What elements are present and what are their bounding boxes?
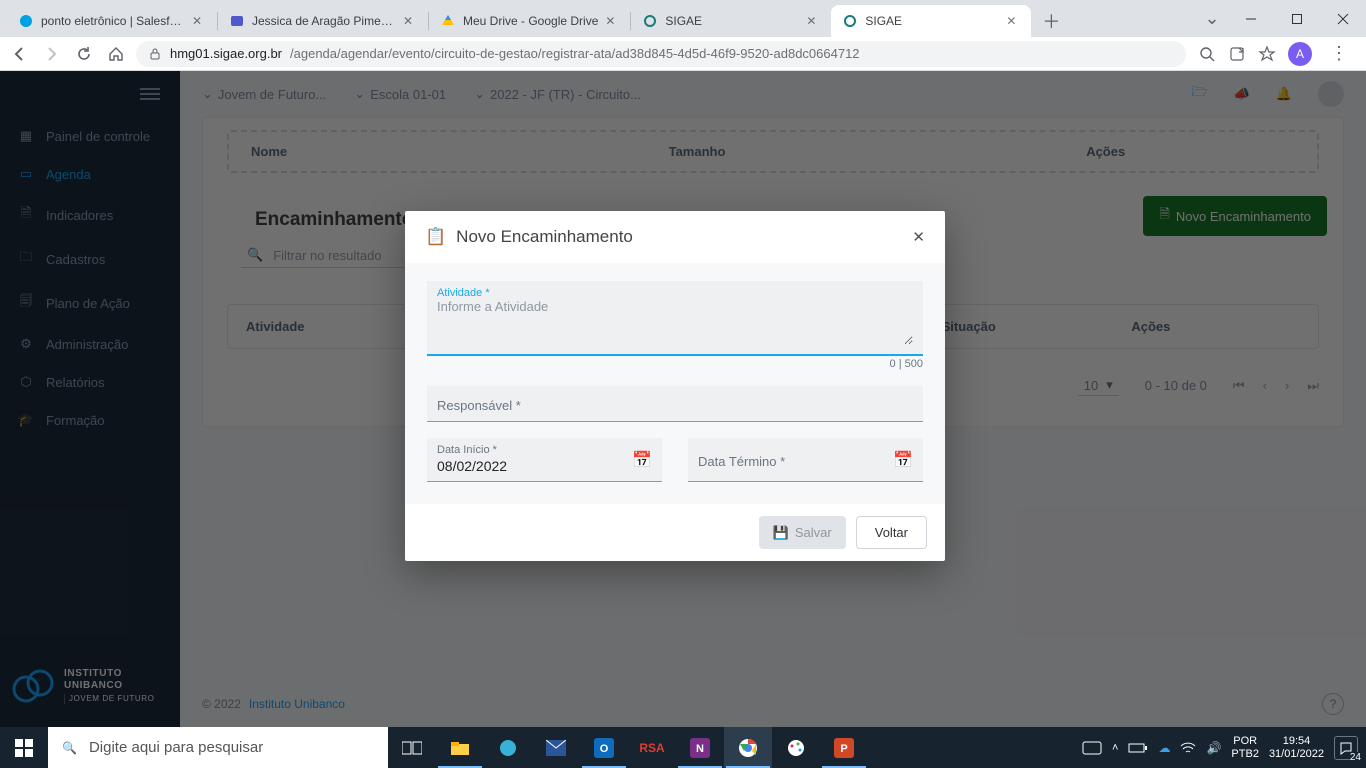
data-inicio-value: 08/02/2022 xyxy=(437,458,652,474)
modal-title: Novo Encaminhamento xyxy=(456,227,633,247)
modal-footer: 💾 Salvar Voltar xyxy=(405,504,945,561)
browser-tab-strip: ponto eletrônico | Salesforce ✕ Jessica … xyxy=(0,0,1366,37)
battery-icon[interactable] xyxy=(1128,742,1148,754)
chevron-down-icon[interactable]: ⌄ xyxy=(1196,0,1228,37)
data-inicio-label: Data Início * xyxy=(437,444,652,456)
browser-tab-1[interactable]: Jessica de Aragão Pimenta | ✕ xyxy=(218,5,428,37)
button-label: Salvar xyxy=(795,525,832,540)
address-bar-row: hmg01.sigae.org.br/agenda/agendar/evento… xyxy=(0,37,1366,71)
volume-icon[interactable]: 🔊 xyxy=(1206,741,1221,755)
language-indicator[interactable]: PORPTB2 xyxy=(1231,735,1259,760)
taskbar-search[interactable]: 🔍 Digite aqui para pesquisar xyxy=(48,727,388,768)
wifi-icon[interactable] xyxy=(1180,742,1196,754)
outlook-icon[interactable]: O xyxy=(580,727,628,768)
sigae-icon xyxy=(842,13,858,29)
button-label: Voltar xyxy=(875,525,908,540)
explorer-icon[interactable] xyxy=(436,727,484,768)
close-window-button[interactable] xyxy=(1320,0,1366,37)
mail-icon[interactable] xyxy=(532,727,580,768)
address-bar[interactable]: hmg01.sigae.org.br/agenda/agendar/evento… xyxy=(136,41,1186,67)
star-icon[interactable] xyxy=(1258,45,1276,63)
window-controls: ⌄ xyxy=(1196,0,1366,37)
svg-text:P: P xyxy=(840,743,847,755)
windows-taskbar: 🔍 Digite aqui para pesquisar O RSA N P ˄… xyxy=(0,727,1366,768)
browser-tab-0[interactable]: ponto eletrônico | Salesforce ✕ xyxy=(7,5,217,37)
keyboard-icon[interactable] xyxy=(1082,741,1102,755)
close-icon[interactable]: ✕ xyxy=(192,14,206,28)
kebab-menu-icon[interactable]: ⋮ xyxy=(1324,43,1354,64)
profile-avatar[interactable]: A xyxy=(1288,42,1312,66)
powerpoint-icon[interactable]: P xyxy=(820,727,868,768)
url-host: hmg01.sigae.org.br xyxy=(170,46,282,61)
search-placeholder: Digite aqui para pesquisar xyxy=(89,739,263,756)
app-viewport: ▦Painel de controle ▭Agenda 🗎Indicadores… xyxy=(0,71,1366,727)
tab-title: SIGAE xyxy=(665,14,799,28)
close-icon[interactable]: ✕ xyxy=(403,14,417,28)
back-button[interactable] xyxy=(8,42,32,66)
atividade-field[interactable]: Atividade * xyxy=(427,281,923,356)
data-termino-field[interactable]: Data Término * 📅 xyxy=(688,438,923,482)
lock-icon xyxy=(148,47,162,61)
responsavel-label: Responsável * xyxy=(437,398,521,413)
onedrive-icon[interactable]: ☁ xyxy=(1158,741,1170,755)
modal-header: 📋 Novo Encaminhamento ✕ xyxy=(405,211,945,263)
svg-text:O: O xyxy=(600,743,609,755)
close-icon[interactable]: ✕ xyxy=(1006,14,1020,28)
salesforce-icon xyxy=(18,13,34,29)
onenote-icon[interactable]: N xyxy=(676,727,724,768)
reload-button[interactable] xyxy=(72,42,96,66)
start-button[interactable] xyxy=(0,727,48,768)
system-tray: ˄ ☁ 🔊 PORPTB2 19:5431/01/2022 24 xyxy=(1074,727,1366,768)
teams-icon xyxy=(229,13,245,29)
novo-encaminhamento-modal: 📋 Novo Encaminhamento ✕ Atividade * 0 | … xyxy=(405,211,945,561)
minimize-button[interactable] xyxy=(1228,0,1274,37)
tab-title: Meu Drive - Google Drive xyxy=(463,14,598,28)
taskbar-apps: O RSA N P xyxy=(388,727,868,768)
address-tools: A ⋮ xyxy=(1194,42,1358,66)
home-button[interactable] xyxy=(104,42,128,66)
modal-body: Atividade * 0 | 500 Responsável * Data I… xyxy=(405,263,945,504)
maximize-button[interactable] xyxy=(1274,0,1320,37)
drive-icon xyxy=(440,13,456,29)
clock[interactable]: 19:5431/01/2022 xyxy=(1269,735,1324,760)
atividade-textarea[interactable] xyxy=(437,299,913,345)
responsavel-field[interactable]: Responsável * xyxy=(427,386,923,422)
data-termino-label: Data Término * xyxy=(698,444,913,475)
calendar-icon[interactable]: 📅 xyxy=(893,450,913,470)
sigae-icon xyxy=(642,13,658,29)
save-icon: 💾 xyxy=(773,525,789,541)
chrome-icon[interactable] xyxy=(724,727,772,768)
browser-tab-2[interactable]: Meu Drive - Google Drive ✕ xyxy=(429,5,630,37)
char-counter: 0 | 500 xyxy=(427,358,923,370)
tab-title: SIGAE xyxy=(865,14,999,28)
new-tab-button[interactable]: ＋ xyxy=(1037,7,1065,35)
svg-text:N: N xyxy=(696,743,704,755)
data-inicio-field[interactable]: Data Início * 08/02/2022 📅 xyxy=(427,438,662,482)
notification-count: 24 xyxy=(1350,752,1361,763)
tab-title: Jessica de Aragão Pimenta | xyxy=(252,14,396,28)
tab-title: ponto eletrônico | Salesforce xyxy=(41,14,185,28)
zoom-icon[interactable] xyxy=(1198,45,1216,63)
share-icon[interactable] xyxy=(1228,45,1246,63)
back-button[interactable]: Voltar xyxy=(856,516,927,549)
browser-tab-3[interactable]: SIGAE ✕ xyxy=(631,5,831,37)
url-path: /agenda/agendar/evento/circuito-de-gesta… xyxy=(290,46,860,61)
calendar-icon[interactable]: 📅 xyxy=(632,450,652,470)
close-icon[interactable]: ✕ xyxy=(605,14,619,28)
notifications-icon[interactable]: 24 xyxy=(1334,736,1358,760)
browser-tab-4[interactable]: SIGAE ✕ xyxy=(831,5,1031,37)
close-modal-button[interactable]: ✕ xyxy=(912,228,925,246)
search-icon: 🔍 xyxy=(62,741,77,755)
clipboard-icon: 📋 xyxy=(425,227,446,247)
close-icon[interactable]: ✕ xyxy=(806,14,820,28)
paint-icon[interactable] xyxy=(772,727,820,768)
rsa-icon[interactable]: RSA xyxy=(628,727,676,768)
save-button[interactable]: 💾 Salvar xyxy=(759,516,846,549)
tray-chevron-up-icon[interactable]: ˄ xyxy=(1112,742,1118,754)
forward-button[interactable] xyxy=(40,42,64,66)
task-view-icon[interactable] xyxy=(388,727,436,768)
edge-icon[interactable] xyxy=(484,727,532,768)
atividade-label: Atividade xyxy=(437,287,482,299)
